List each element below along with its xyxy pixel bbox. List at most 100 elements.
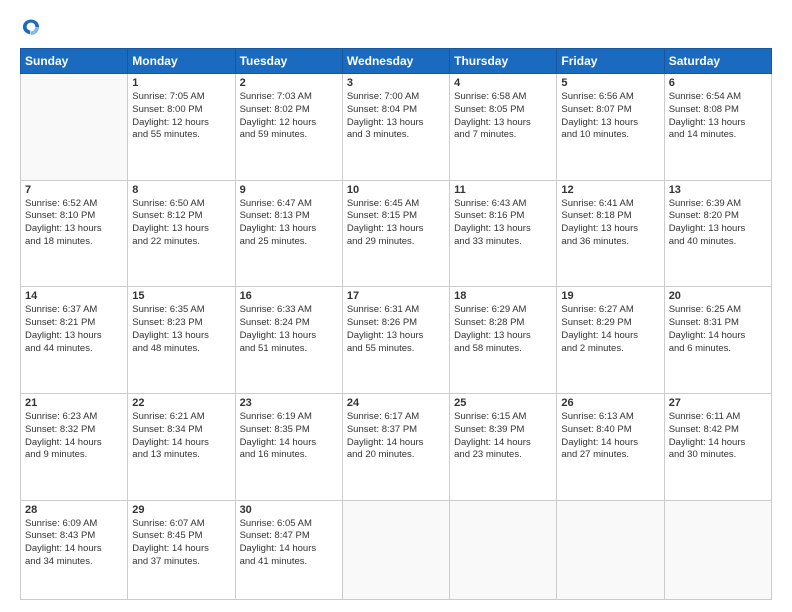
day-number: 25 [454, 397, 552, 409]
calendar-cell: 13 Sunrise: 6:39 AM Sunset: 8:20 PM Dayli… [664, 180, 771, 287]
day-info: Sunrise: 7:05 AM Sunset: 8:00 PM Dayligh… [132, 91, 230, 142]
day-info: Sunrise: 6:13 AM Sunset: 8:40 PM Dayligh… [561, 411, 659, 462]
calendar-cell [450, 500, 557, 599]
day-info: Sunrise: 7:00 AM Sunset: 8:04 PM Dayligh… [347, 91, 445, 142]
calendar-cell: 26 Sunrise: 6:13 AM Sunset: 8:40 PM Dayli… [557, 393, 664, 500]
calendar-cell: 27Sunrise: 6:11 AM Sunset: 8:42 PM Dayli… [664, 393, 771, 500]
weekday-header-friday: Friday [557, 49, 664, 74]
calendar-cell: 19Sunrise: 6:27 AM Sunset: 8:29 PM Dayli… [557, 287, 664, 394]
day-info: Sunrise: 6:58 AM Sunset: 8:05 PM Dayligh… [454, 91, 552, 142]
calendar-cell: 8 Sunrise: 6:50 AM Sunset: 8:12 PM Daylig… [128, 180, 235, 287]
day-info: Sunrise: 6:45 AM Sunset: 8:15 PM Dayligh… [347, 198, 445, 249]
calendar-week-row: 1 Sunrise: 7:05 AM Sunset: 8:00 PM Daylig… [21, 74, 772, 181]
calendar-table: SundayMondayTuesdayWednesdayThursdayFrid… [20, 48, 772, 600]
day-number: 22 [132, 397, 230, 409]
calendar-cell: 7 Sunrise: 6:52 AM Sunset: 8:10 PM Daylig… [21, 180, 128, 287]
calendar-cell [21, 74, 128, 181]
day-number: 14 [25, 290, 123, 302]
day-number: 17 [347, 290, 445, 302]
day-number: 21 [25, 397, 123, 409]
day-info: Sunrise: 7:03 AM Sunset: 8:02 PM Dayligh… [240, 91, 338, 142]
calendar-cell: 17Sunrise: 6:31 AM Sunset: 8:26 PM Dayli… [342, 287, 449, 394]
calendar-cell: 14 Sunrise: 6:37 AM Sunset: 8:21 PM Dayli… [21, 287, 128, 394]
day-number: 7 [25, 184, 123, 196]
calendar-cell: 12 Sunrise: 6:41 AM Sunset: 8:18 PM Dayli… [557, 180, 664, 287]
day-number: 1 [132, 77, 230, 89]
calendar-cell: 2 Sunrise: 7:03 AM Sunset: 8:02 PM Daylig… [235, 74, 342, 181]
day-info: Sunrise: 6:07 AM Sunset: 8:45 PM Dayligh… [132, 518, 230, 569]
day-number: 26 [561, 397, 659, 409]
calendar-cell [342, 500, 449, 599]
calendar-cell: 16 Sunrise: 6:33 AM Sunset: 8:24 PM Dayli… [235, 287, 342, 394]
day-info: Sunrise: 6:54 AM Sunset: 8:08 PM Dayligh… [669, 91, 767, 142]
calendar-cell [664, 500, 771, 599]
weekday-header-thursday: Thursday [450, 49, 557, 74]
calendar-week-row: 14 Sunrise: 6:37 AM Sunset: 8:21 PM Dayli… [21, 287, 772, 394]
logo-icon [20, 16, 42, 38]
day-number: 11 [454, 184, 552, 196]
calendar-cell: 21 Sunrise: 6:23 AM Sunset: 8:32 PM Dayli… [21, 393, 128, 500]
calendar-cell: 10 Sunrise: 6:45 AM Sunset: 8:15 PM Dayli… [342, 180, 449, 287]
weekday-header-wednesday: Wednesday [342, 49, 449, 74]
logo [20, 16, 46, 38]
weekday-header-monday: Monday [128, 49, 235, 74]
calendar-cell: 5 Sunrise: 6:56 AM Sunset: 8:07 PM Daylig… [557, 74, 664, 181]
day-info: Sunrise: 6:41 AM Sunset: 8:18 PM Dayligh… [561, 198, 659, 249]
day-number: 27 [669, 397, 767, 409]
day-number: 29 [132, 504, 230, 516]
day-info: Sunrise: 6:29 AM Sunset: 8:28 PM Dayligh… [454, 304, 552, 355]
calendar-week-row: 21 Sunrise: 6:23 AM Sunset: 8:32 PM Dayli… [21, 393, 772, 500]
calendar-cell: 20Sunrise: 6:25 AM Sunset: 8:31 PM Dayli… [664, 287, 771, 394]
page: SundayMondayTuesdayWednesdayThursdayFrid… [0, 0, 792, 612]
day-info: Sunrise: 6:09 AM Sunset: 8:43 PM Dayligh… [25, 518, 123, 569]
day-number: 10 [347, 184, 445, 196]
day-number: 28 [25, 504, 123, 516]
day-number: 12 [561, 184, 659, 196]
day-number: 16 [240, 290, 338, 302]
calendar-cell: 28 Sunrise: 6:09 AM Sunset: 8:43 PM Dayli… [21, 500, 128, 599]
calendar-cell: 3 Sunrise: 7:00 AM Sunset: 8:04 PM Daylig… [342, 74, 449, 181]
day-number: 24 [347, 397, 445, 409]
day-number: 3 [347, 77, 445, 89]
calendar-cell: 30Sunrise: 6:05 AM Sunset: 8:47 PM Dayli… [235, 500, 342, 599]
day-info: Sunrise: 6:39 AM Sunset: 8:20 PM Dayligh… [669, 198, 767, 249]
calendar-cell: 9Sunrise: 6:47 AM Sunset: 8:13 PM Daylig… [235, 180, 342, 287]
day-info: Sunrise: 6:19 AM Sunset: 8:35 PM Dayligh… [240, 411, 338, 462]
calendar-cell: 22Sunrise: 6:21 AM Sunset: 8:34 PM Dayli… [128, 393, 235, 500]
weekday-header-tuesday: Tuesday [235, 49, 342, 74]
day-info: Sunrise: 6:23 AM Sunset: 8:32 PM Dayligh… [25, 411, 123, 462]
header [20, 16, 772, 38]
weekday-header-saturday: Saturday [664, 49, 771, 74]
calendar-cell: 4 Sunrise: 6:58 AM Sunset: 8:05 PM Daylig… [450, 74, 557, 181]
day-number: 18 [454, 290, 552, 302]
day-number: 30 [240, 504, 338, 516]
calendar-week-row: 7 Sunrise: 6:52 AM Sunset: 8:10 PM Daylig… [21, 180, 772, 287]
day-info: Sunrise: 6:56 AM Sunset: 8:07 PM Dayligh… [561, 91, 659, 142]
calendar-cell: 18 Sunrise: 6:29 AM Sunset: 8:28 PM Dayli… [450, 287, 557, 394]
day-info: Sunrise: 6:35 AM Sunset: 8:23 PM Dayligh… [132, 304, 230, 355]
day-info: Sunrise: 6:50 AM Sunset: 8:12 PM Dayligh… [132, 198, 230, 249]
calendar-cell: 24Sunrise: 6:17 AM Sunset: 8:37 PM Dayli… [342, 393, 449, 500]
day-info: Sunrise: 6:47 AM Sunset: 8:13 PM Dayligh… [240, 198, 338, 249]
calendar-cell: 6Sunrise: 6:54 AM Sunset: 8:08 PM Daylig… [664, 74, 771, 181]
day-number: 4 [454, 77, 552, 89]
day-number: 15 [132, 290, 230, 302]
calendar-cell: 25Sunrise: 6:15 AM Sunset: 8:39 PM Dayli… [450, 393, 557, 500]
day-number: 13 [669, 184, 767, 196]
day-info: Sunrise: 6:43 AM Sunset: 8:16 PM Dayligh… [454, 198, 552, 249]
calendar-week-row: 28 Sunrise: 6:09 AM Sunset: 8:43 PM Dayli… [21, 500, 772, 599]
day-info: Sunrise: 6:37 AM Sunset: 8:21 PM Dayligh… [25, 304, 123, 355]
weekday-header-sunday: Sunday [21, 49, 128, 74]
day-info: Sunrise: 6:33 AM Sunset: 8:24 PM Dayligh… [240, 304, 338, 355]
day-number: 5 [561, 77, 659, 89]
day-number: 19 [561, 290, 659, 302]
calendar-cell: 29 Sunrise: 6:07 AM Sunset: 8:45 PM Dayli… [128, 500, 235, 599]
day-number: 2 [240, 77, 338, 89]
calendar-cell: 11 Sunrise: 6:43 AM Sunset: 8:16 PM Dayli… [450, 180, 557, 287]
day-number: 8 [132, 184, 230, 196]
calendar-cell: 1 Sunrise: 7:05 AM Sunset: 8:00 PM Daylig… [128, 74, 235, 181]
calendar-cell: 15 Sunrise: 6:35 AM Sunset: 8:23 PM Dayli… [128, 287, 235, 394]
calendar-cell: 23Sunrise: 6:19 AM Sunset: 8:35 PM Dayli… [235, 393, 342, 500]
day-info: Sunrise: 6:52 AM Sunset: 8:10 PM Dayligh… [25, 198, 123, 249]
weekday-header-row: SundayMondayTuesdayWednesdayThursdayFrid… [21, 49, 772, 74]
